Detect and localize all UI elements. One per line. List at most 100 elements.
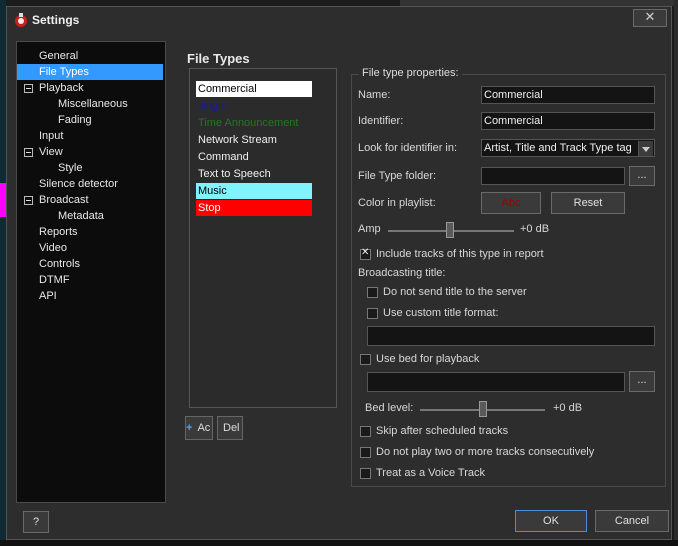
bed-level-label: Bed level:: [365, 402, 414, 414]
settings-window: Settings ✕ General File Types Playback Misc…: [6, 6, 672, 540]
plus-icon: +: [186, 422, 193, 434]
title-bar[interactable]: Settings ✕: [7, 7, 671, 33]
add-button-label: Ac: [197, 422, 211, 434]
bed-file-field[interactable]: [367, 372, 625, 392]
tree-item[interactable]: Input: [37, 128, 65, 144]
file-type-list[interactable]: Commercial Jingle Time Announcement Network…: [189, 68, 337, 408]
amp-label: Amp: [358, 223, 381, 235]
file-type-item-label: Time Announcement: [198, 117, 299, 129]
file-type-item-label: Jingle: [198, 100, 227, 112]
name-label: Name:: [358, 89, 391, 101]
tree-item-label: File Types: [39, 66, 89, 78]
add-file-type-button[interactable]: + Ac: [185, 416, 213, 440]
close-button[interactable]: ✕: [633, 9, 667, 27]
broadcasting-title-label: Broadcasting title:: [358, 267, 446, 279]
tree-item-label: Video: [39, 242, 67, 254]
tree-item-label: Reports: [39, 226, 78, 238]
file-type-item[interactable]: Music: [196, 183, 312, 199]
custom-title-format-checkbox[interactable]: [367, 308, 378, 319]
skip-after-scheduled-label: Skip after scheduled tracks: [376, 425, 509, 437]
tree-item[interactable]: Fading: [56, 112, 94, 128]
identifier-field[interactable]: Commercial: [481, 112, 655, 130]
file-type-item[interactable]: Time Announcement: [196, 115, 312, 131]
file-type-item-label: Command: [198, 151, 249, 163]
look-for-identifier-value: Artist, Title and Track Type tag: [484, 142, 632, 154]
do-not-send-title-checkbox[interactable]: [367, 287, 378, 298]
tree-item[interactable]: Metadata: [56, 208, 106, 224]
ok-button[interactable]: OK: [515, 510, 587, 532]
identifier-label: Identifier:: [358, 115, 404, 127]
custom-title-format-label: Use custom title format:: [383, 307, 499, 319]
chevron-down-icon[interactable]: [638, 141, 653, 156]
tree-item-label: Broadcast: [39, 194, 89, 206]
reset-color-button[interactable]: Reset: [551, 192, 625, 214]
tree-item[interactable]: Controls: [37, 256, 82, 272]
use-bed-checkbox[interactable]: [360, 354, 371, 365]
browse-bed-button[interactable]: ...: [629, 371, 655, 392]
tree-item[interactable]: Miscellaneous: [56, 96, 130, 112]
no-consecutive-label: Do not play two or more tracks consecuti…: [376, 446, 595, 458]
tree-item[interactable]: DTMF: [37, 272, 72, 288]
tree-item-label: Style: [58, 162, 83, 174]
tree-item[interactable]: Video: [37, 240, 69, 256]
do-not-send-title-label: Do not send title to the server: [383, 286, 527, 298]
tree-item[interactable]: API: [37, 288, 59, 304]
look-for-identifier-label: Look for identifier in:: [358, 142, 458, 154]
collapse-toggle-icon[interactable]: [24, 196, 33, 205]
file-type-item[interactable]: Commercial: [196, 81, 312, 97]
background-panel-right: [674, 0, 678, 546]
app-icon: [15, 13, 27, 27]
file-type-folder-field[interactable]: [481, 167, 625, 185]
include-in-report-checkbox[interactable]: [360, 247, 371, 260]
amp-value: +0 dB: [520, 223, 550, 235]
tree-item-label: Metadata: [58, 210, 104, 222]
window-title: Settings: [32, 13, 80, 27]
use-bed-label: Use bed for playback: [376, 353, 480, 365]
tree-item-label: Controls: [39, 258, 80, 270]
file-type-item-label: Stop: [198, 202, 221, 214]
background-bottom-strip: [0, 540, 678, 546]
tree-item[interactable]: General: [37, 48, 80, 64]
file-type-item[interactable]: Stop: [196, 200, 312, 216]
help-button[interactable]: ?: [23, 511, 49, 533]
delete-button-label: Del: [223, 422, 240, 434]
voice-track-label: Treat as a Voice Track: [376, 467, 486, 479]
tree-item[interactable]: Reports: [37, 224, 80, 240]
file-type-item-label: Commercial: [198, 83, 257, 95]
delete-file-type-button[interactable]: Del: [217, 416, 243, 440]
file-type-folder-label: File Type folder:: [358, 170, 437, 182]
include-in-report-label: Include tracks of this type in report: [376, 248, 544, 260]
playlist-color-button[interactable]: Abc: [481, 192, 541, 214]
custom-title-format-field[interactable]: [367, 326, 655, 346]
file-type-item[interactable]: Command: [196, 149, 312, 165]
tree-item[interactable]: File Types: [17, 64, 163, 80]
file-type-item[interactable]: Text to Speech: [196, 166, 312, 182]
skip-after-scheduled-checkbox[interactable]: [360, 426, 371, 437]
color-in-playlist-label: Color in playlist:: [358, 197, 436, 209]
tree-item[interactable]: Style: [56, 160, 84, 176]
tree-item[interactable]: Playback: [37, 80, 86, 96]
collapse-toggle-icon[interactable]: [24, 84, 33, 93]
settings-category-tree[interactable]: General File Types Playback Miscellaneous Fa…: [16, 41, 166, 503]
tree-item[interactable]: Broadcast: [37, 192, 91, 208]
no-consecutive-checkbox[interactable]: [360, 447, 371, 458]
file-type-item-label: Music: [198, 185, 227, 197]
browse-folder-button[interactable]: ...: [629, 166, 655, 186]
collapse-toggle-icon[interactable]: [24, 148, 33, 157]
file-type-item[interactable]: Jingle: [196, 98, 312, 114]
tree-item-label: DTMF: [39, 274, 70, 286]
tree-item[interactable]: View: [37, 144, 65, 160]
amp-slider-handle[interactable]: [446, 222, 454, 238]
tree-item-label: Fading: [58, 114, 92, 126]
look-for-identifier-select[interactable]: Artist, Title and Track Type tag: [481, 139, 655, 157]
tree-item-label: Playback: [39, 82, 84, 94]
tree-item[interactable]: Silence detector: [37, 176, 120, 192]
properties-group-title: File type properties:: [359, 67, 462, 79]
tree-item-label: View: [39, 146, 63, 158]
bed-level-slider-handle[interactable]: [479, 401, 487, 417]
file-type-item[interactable]: Network Stream: [196, 132, 312, 148]
name-field[interactable]: Commercial: [481, 86, 655, 104]
tree-item-label: Miscellaneous: [58, 98, 128, 110]
voice-track-checkbox[interactable]: [360, 468, 371, 479]
cancel-button[interactable]: Cancel: [595, 510, 669, 532]
